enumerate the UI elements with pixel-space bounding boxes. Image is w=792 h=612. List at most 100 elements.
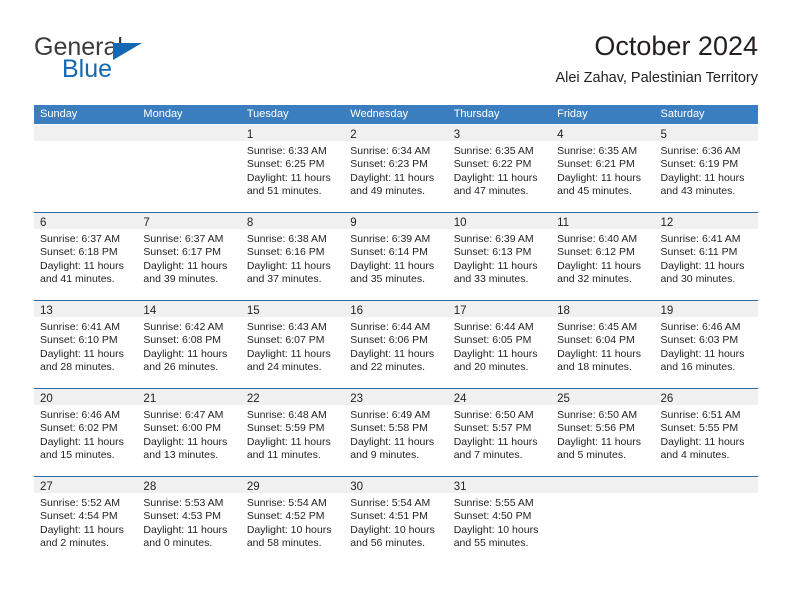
sunset-text: Sunset: 6:07 PM xyxy=(246,334,325,347)
day-number-band: 30 xyxy=(344,477,448,493)
sunset-text: Sunset: 4:50 PM xyxy=(453,510,532,523)
day-sun-info: Sunrise: 6:33 AM Sunset: 6:25 PM Daylight:… xyxy=(241,141,344,198)
calendar-day-cell[interactable]: 3 Sunrise: 6:35 AM Sunset: 6:22 PM Daylight… xyxy=(447,125,552,212)
calendar-day-cell[interactable]: 23 Sunrise: 6:49 AM Sunset: 5:58 PM Dayligh… xyxy=(344,389,448,476)
calendar-day-cell[interactable]: 29 Sunrise: 5:54 AM Sunset: 4:52 PM Dayligh… xyxy=(240,477,345,564)
calendar-day-cell[interactable]: 22 Sunrise: 6:48 AM Sunset: 5:59 PM Dayligh… xyxy=(240,389,345,476)
day-sun-info: Sunrise: 6:35 AM Sunset: 6:22 PM Daylight:… xyxy=(448,141,551,198)
calendar-day-cell[interactable]: 14 Sunrise: 6:42 AM Sunset: 6:08 PM Dayligh… xyxy=(137,301,241,388)
calendar-day-cell[interactable]: 16 Sunrise: 6:44 AM Sunset: 6:06 PM Dayligh… xyxy=(344,301,448,388)
sunrise-text: Sunrise: 6:46 AM xyxy=(40,409,120,421)
calendar-week-row: 1 Sunrise: 6:33 AM Sunset: 6:25 PM Daylight… xyxy=(34,124,758,212)
day-sun-info: Sunrise: 5:55 AM Sunset: 4:50 PM Daylight:… xyxy=(448,493,551,550)
sunrise-text: Sunrise: 5:54 AM xyxy=(350,497,431,509)
calendar-day-cell[interactable]: 21 Sunrise: 6:47 AM Sunset: 6:00 PM Dayligh… xyxy=(137,389,241,476)
daylight-text: Daylight: 11 hours and 22 minutes. xyxy=(350,347,435,373)
calendar-day-cell[interactable]: 17 Sunrise: 6:44 AM Sunset: 6:05 PM Dayligh… xyxy=(447,301,552,388)
calendar-day-cell[interactable]: 13 Sunrise: 6:41 AM Sunset: 6:10 PM Dayligh… xyxy=(34,301,138,388)
page-title: October 2024 xyxy=(594,31,758,61)
day-number: 20 xyxy=(40,393,53,405)
daylight-text: Daylight: 11 hours and 32 minutes. xyxy=(557,259,641,285)
calendar-day-cell[interactable]: 24 Sunrise: 6:50 AM Sunset: 5:57 PM Dayligh… xyxy=(447,389,552,476)
day-number: 22 xyxy=(246,393,260,405)
calendar-day-cell[interactable]: 26 Sunrise: 6:51 AM Sunset: 5:55 PM Dayligh… xyxy=(654,389,758,476)
title-block: October 2024 Alei Zahav, Palestinian Ter… xyxy=(555,30,758,87)
day-sun-info: Sunrise: 6:37 AM Sunset: 6:18 PM Daylight:… xyxy=(34,229,137,286)
sunset-text: Sunset: 4:53 PM xyxy=(143,510,222,523)
calendar-day-cell[interactable]: 15 Sunrise: 6:43 AM Sunset: 6:07 PM Dayligh… xyxy=(240,301,345,388)
calendar-day-cell[interactable]: 6 Sunrise: 6:37 AM Sunset: 6:18 PM Daylight… xyxy=(34,213,138,300)
weekday-header-thursday: Thursday xyxy=(453,108,500,120)
day-number: 17 xyxy=(453,305,467,317)
calendar-day-cell[interactable]: 31 Sunrise: 5:55 AM Sunset: 4:50 PM Dayligh… xyxy=(447,477,552,564)
general-blue-logo[interactable]: General Blue xyxy=(34,34,234,88)
calendar-day-cell[interactable]: 8 Sunrise: 6:38 AM Sunset: 6:16 PM Daylight… xyxy=(240,213,345,300)
calendar-day-cell[interactable]: 1 Sunrise: 6:33 AM Sunset: 6:25 PM Daylight… xyxy=(240,125,345,212)
daylight-text: Daylight: 11 hours and 51 minutes. xyxy=(246,171,331,197)
sunset-text: Sunset: 6:02 PM xyxy=(40,422,118,435)
day-number-band: 23 xyxy=(344,389,448,405)
calendar-day-cell[interactable]: 7 Sunrise: 6:37 AM Sunset: 6:17 PM Daylight… xyxy=(137,213,241,300)
sunset-text: Sunset: 6:06 PM xyxy=(350,334,428,347)
sunrise-text: Sunrise: 6:51 AM xyxy=(660,409,741,421)
day-number-band xyxy=(551,477,655,493)
daylight-text: Daylight: 10 hours and 56 minutes. xyxy=(350,523,435,549)
sunset-text: Sunset: 6:16 PM xyxy=(246,246,325,259)
day-sun-info: Sunrise: 6:44 AM Sunset: 6:05 PM Daylight:… xyxy=(448,317,551,374)
calendar-day-cell[interactable]: 20 Sunrise: 6:46 AM Sunset: 6:02 PM Dayligh… xyxy=(34,389,138,476)
daylight-text: Daylight: 11 hours and 5 minutes. xyxy=(557,435,641,461)
calendar-day-cell[interactable]: 12 Sunrise: 6:41 AM Sunset: 6:11 PM Dayligh… xyxy=(654,213,758,300)
sunset-text: Sunset: 6:17 PM xyxy=(143,246,222,259)
sunset-text: Sunset: 6:11 PM xyxy=(660,246,738,259)
day-number: 24 xyxy=(453,393,467,405)
sunrise-text: Sunrise: 6:40 AM xyxy=(557,233,638,245)
calendar-day-cell[interactable]: 19 Sunrise: 6:46 AM Sunset: 6:03 PM Dayligh… xyxy=(654,301,758,388)
day-number: 2 xyxy=(350,129,357,141)
day-sun-info: Sunrise: 5:53 AM Sunset: 4:53 PM Daylight:… xyxy=(137,493,240,550)
sunset-text: Sunset: 5:57 PM xyxy=(453,422,532,435)
calendar-day-cell[interactable]: 5 Sunrise: 6:36 AM Sunset: 6:19 PM Daylight… xyxy=(654,125,758,212)
day-number: 18 xyxy=(557,305,570,317)
sunrise-text: Sunrise: 6:41 AM xyxy=(660,233,741,245)
sunrise-text: Sunrise: 6:36 AM xyxy=(660,145,741,157)
calendar-day-cell-empty xyxy=(551,477,655,564)
sunrise-text: Sunrise: 6:42 AM xyxy=(143,321,224,333)
daylight-text: Daylight: 11 hours and 26 minutes. xyxy=(143,347,228,373)
calendar-day-cell[interactable]: 11 Sunrise: 6:40 AM Sunset: 6:12 PM Dayligh… xyxy=(551,213,655,300)
day-number: 9 xyxy=(350,217,357,229)
day-sun-info: Sunrise: 5:54 AM Sunset: 4:51 PM Daylight:… xyxy=(344,493,447,550)
daylight-text: Daylight: 11 hours and 39 minutes. xyxy=(143,259,228,285)
sunrise-text: Sunrise: 6:35 AM xyxy=(557,145,638,157)
sunrise-text: Sunrise: 6:45 AM xyxy=(557,321,638,333)
weekday-header-wednesday: Wednesday xyxy=(350,108,409,120)
calendar-day-cell[interactable]: 18 Sunrise: 6:45 AM Sunset: 6:04 PM Dayligh… xyxy=(551,301,655,388)
day-number-band: 28 xyxy=(137,477,241,493)
day-sun-info: Sunrise: 6:34 AM Sunset: 6:23 PM Daylight:… xyxy=(344,141,447,198)
day-number: 23 xyxy=(350,393,364,405)
calendar-day-cell[interactable]: 25 Sunrise: 6:50 AM Sunset: 5:56 PM Dayligh… xyxy=(551,389,655,476)
sunrise-text: Sunrise: 6:44 AM xyxy=(453,321,534,333)
calendar-day-cell[interactable]: 10 Sunrise: 6:39 AM Sunset: 6:13 PM Dayligh… xyxy=(447,213,552,300)
day-sun-info: Sunrise: 6:39 AM Sunset: 6:14 PM Daylight:… xyxy=(344,229,447,286)
calendar-day-cell[interactable]: 28 Sunrise: 5:53 AM Sunset: 4:53 PM Dayligh… xyxy=(137,477,241,564)
calendar-week-row: 20 Sunrise: 6:46 AM Sunset: 6:02 PM Dayligh… xyxy=(34,388,758,476)
day-number-band xyxy=(34,125,138,141)
weekday-header-tuesday: Tuesday xyxy=(246,108,289,120)
day-number: 30 xyxy=(350,481,364,493)
calendar-day-cell[interactable]: 4 Sunrise: 6:35 AM Sunset: 6:21 PM Daylight… xyxy=(551,125,655,212)
calendar-day-cell[interactable]: 9 Sunrise: 6:39 AM Sunset: 6:14 PM Daylight… xyxy=(344,213,448,300)
daylight-text: Daylight: 11 hours and 49 minutes. xyxy=(350,171,435,197)
day-number-band: 12 xyxy=(654,213,758,229)
sunrise-text: Sunrise: 6:35 AM xyxy=(453,145,534,157)
day-number: 27 xyxy=(40,481,53,493)
sunrise-text: Sunrise: 6:33 AM xyxy=(246,145,327,157)
daylight-text: Daylight: 11 hours and 2 minutes. xyxy=(40,523,124,549)
sunrise-text: Sunrise: 6:47 AM xyxy=(143,409,224,421)
calendar-day-cell[interactable]: 27 Sunrise: 5:52 AM Sunset: 4:54 PM Dayligh… xyxy=(34,477,138,564)
day-sun-info: Sunrise: 6:38 AM Sunset: 6:16 PM Daylight:… xyxy=(241,229,344,286)
calendar-day-cell[interactable]: 2 Sunrise: 6:34 AM Sunset: 6:23 PM Daylight… xyxy=(344,125,448,212)
day-number-band: 24 xyxy=(447,389,552,405)
calendar-day-cell[interactable]: 30 Sunrise: 5:54 AM Sunset: 4:51 PM Dayligh… xyxy=(344,477,448,564)
day-number-band: 4 xyxy=(551,125,655,141)
daylight-text: Daylight: 11 hours and 41 minutes. xyxy=(40,259,124,285)
